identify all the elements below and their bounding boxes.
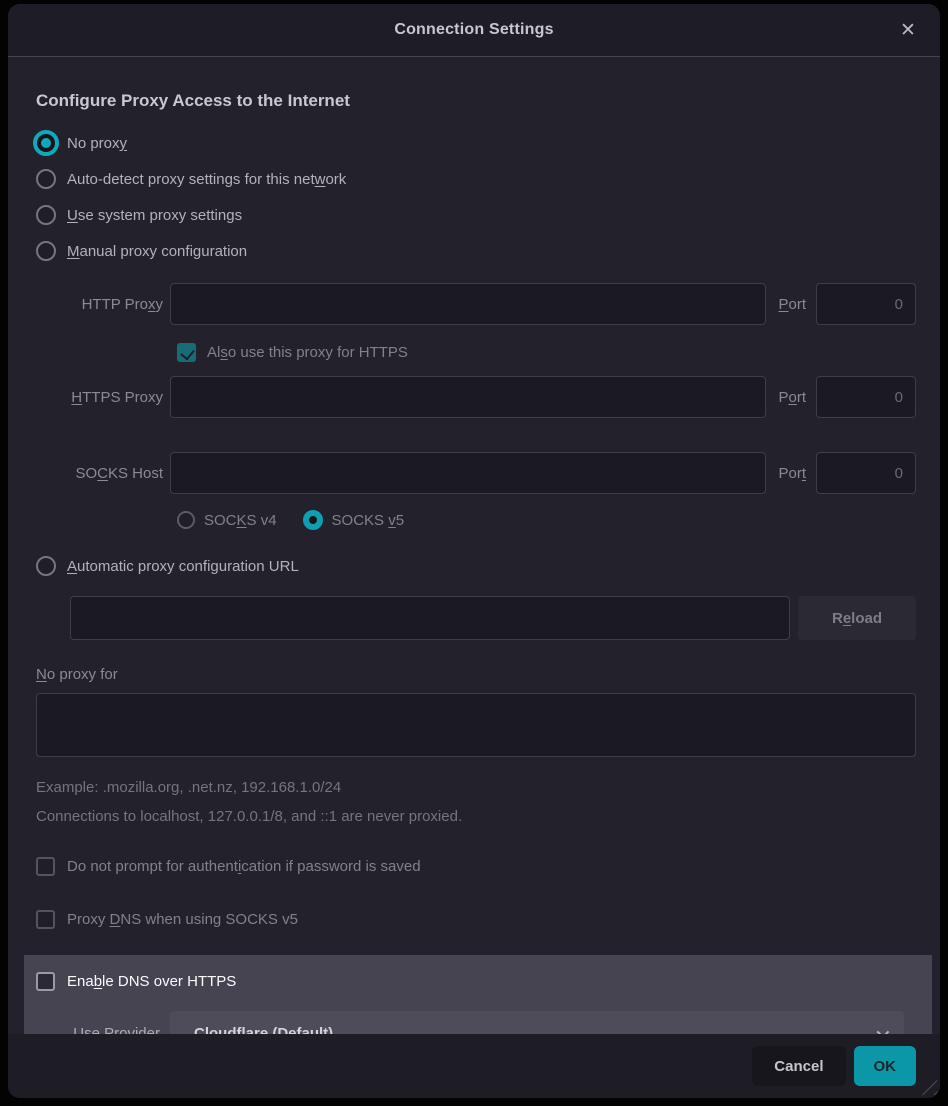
- cancel-button[interactable]: Cancel: [752, 1046, 845, 1086]
- doh-provider-row: Use Provider Cloudflare (Default): [36, 1011, 904, 1034]
- radio-auto-detect-label: Auto-detect proxy settings for this netw…: [67, 171, 346, 188]
- resize-grip[interactable]: [921, 1079, 937, 1095]
- https-proxy-label: HTTPS Proxy: [36, 389, 170, 406]
- also-https-row[interactable]: Also use this proxy for HTTPS: [177, 335, 916, 370]
- proxy-dns-row[interactable]: Proxy DNS when using SOCKS v5: [36, 902, 916, 937]
- http-port-input[interactable]: [816, 283, 916, 325]
- auto-url-input[interactable]: [70, 596, 790, 640]
- reload-button[interactable]: Reload: [798, 596, 916, 640]
- radio-row-auto-detect[interactable]: Auto-detect proxy settings for this netw…: [36, 161, 916, 197]
- no-auth-prompt-label: Do not prompt for authentication if pass…: [67, 858, 421, 875]
- dialog-titlebar: Connection Settings ✕: [8, 4, 940, 57]
- no-proxy-for-label: No proxy for: [36, 666, 916, 683]
- no-proxy-for-textarea[interactable]: [36, 693, 916, 757]
- enable-doh-checkbox[interactable]: [36, 972, 55, 991]
- radio-auto-url[interactable]: [36, 556, 56, 576]
- radio-row-system-proxy[interactable]: Use system proxy settings: [36, 197, 916, 233]
- socks-host-input[interactable]: [170, 452, 766, 494]
- radio-row-no-proxy[interactable]: No proxy: [36, 125, 916, 161]
- chevron-down-icon: [877, 1025, 890, 1034]
- also-https-label: Also use this proxy for HTTPS: [207, 344, 408, 361]
- socks-v5-label: SOCKS v5: [332, 512, 405, 529]
- section-heading: Configure Proxy Access to the Internet: [36, 91, 916, 111]
- radio-auto-url-label: Automatic proxy configuration URL: [67, 558, 299, 575]
- dialog-footer: Cancel OK: [8, 1034, 940, 1098]
- http-port-label: Port: [778, 296, 806, 313]
- socks-v4-option[interactable]: SOCKS v4: [177, 511, 277, 529]
- http-proxy-input[interactable]: [170, 283, 766, 325]
- radio-system-proxy[interactable]: [36, 205, 56, 225]
- radio-no-proxy-label: No proxy: [67, 135, 127, 152]
- use-provider-label: Use Provider: [36, 1025, 170, 1035]
- auto-url-row: Reload: [70, 596, 916, 640]
- dialog-body: Configure Proxy Access to the Internet N…: [8, 57, 940, 1034]
- no-auth-prompt-row[interactable]: Do not prompt for authentication if pass…: [36, 849, 916, 884]
- radio-row-auto-url[interactable]: Automatic proxy configuration URL: [36, 548, 916, 584]
- connection-settings-dialog: Connection Settings ✕ Configure Proxy Ac…: [8, 4, 940, 1098]
- socks-port-input[interactable]: [816, 452, 916, 494]
- dialog-title: Connection Settings: [394, 21, 553, 39]
- https-port-label: Port: [778, 389, 806, 406]
- http-proxy-row: HTTP Proxy Port: [36, 283, 916, 325]
- doh-provider-value: Cloudflare (Default): [194, 1025, 877, 1035]
- socks-host-row: SOCKS Host Port: [36, 452, 916, 494]
- https-proxy-row: HTTPS Proxy Port: [36, 376, 916, 418]
- example-hint: Example: .mozilla.org, .net.nz, 192.168.…: [36, 779, 916, 796]
- doh-highlight-band: Enable DNS over HTTPS Use Provider Cloud…: [24, 955, 932, 1034]
- screen: Connection Settings ✕ Configure Proxy Ac…: [0, 0, 948, 1106]
- https-proxy-input[interactable]: [170, 376, 766, 418]
- doh-provider-dropdown[interactable]: Cloudflare (Default): [170, 1011, 904, 1034]
- socks-port-label: Port: [778, 465, 806, 482]
- ok-button[interactable]: OK: [854, 1046, 917, 1086]
- localhost-hint: Connections to localhost, 127.0.0.1/8, a…: [36, 808, 916, 825]
- enable-doh-label: Enable DNS over HTTPS: [67, 973, 236, 990]
- radio-manual-proxy-label: Manual proxy configuration: [67, 243, 247, 260]
- socks-host-label: SOCKS Host: [36, 465, 170, 482]
- close-icon[interactable]: ✕: [892, 14, 924, 46]
- radio-socks-v4[interactable]: [177, 511, 195, 529]
- enable-doh-row[interactable]: Enable DNS over HTTPS: [36, 966, 904, 997]
- also-https-checkbox[interactable]: [177, 343, 196, 362]
- no-auth-prompt-checkbox[interactable]: [36, 857, 55, 876]
- socks-v5-option[interactable]: SOCKS v5: [303, 510, 405, 530]
- radio-manual-proxy[interactable]: [36, 241, 56, 261]
- radio-system-proxy-label: Use system proxy settings: [67, 207, 242, 224]
- proxy-dns-checkbox[interactable]: [36, 910, 55, 929]
- radio-auto-detect[interactable]: [36, 169, 56, 189]
- radio-no-proxy[interactable]: [33, 130, 59, 156]
- http-proxy-label: HTTP Proxy: [36, 296, 170, 313]
- socks-v4-label: SOCKS v4: [204, 512, 277, 529]
- proxy-dns-label: Proxy DNS when using SOCKS v5: [67, 911, 298, 928]
- socks-version-row: SOCKS v4 SOCKS v5: [177, 504, 916, 536]
- radio-socks-v5[interactable]: [303, 510, 323, 530]
- radio-row-manual-proxy[interactable]: Manual proxy configuration: [36, 233, 916, 269]
- https-port-input[interactable]: [816, 376, 916, 418]
